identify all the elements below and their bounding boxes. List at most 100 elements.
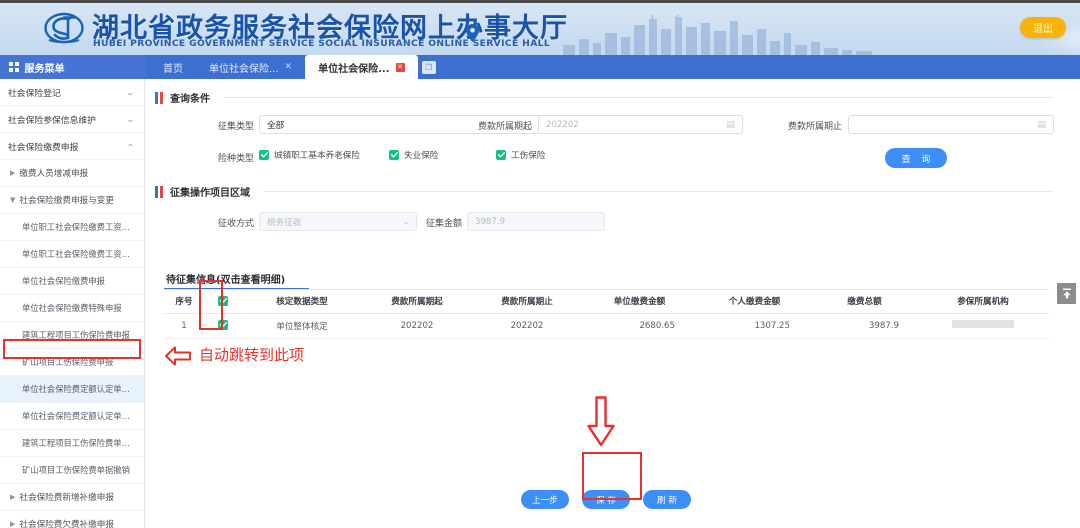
skyline-decoration bbox=[563, 15, 872, 55]
sidebar-item-insured-info-maintenance[interactable]: 社会保险参保信息维护 ⌄ bbox=[0, 106, 144, 133]
table-row[interactable]: 1 单位整体核定 202202 202202 2680.65 1307.25 3… bbox=[164, 313, 1049, 339]
refresh-label: 刷 新 bbox=[657, 495, 677, 506]
cell-row-checkbox[interactable] bbox=[204, 313, 242, 339]
checkbox-checked-icon[interactable] bbox=[496, 150, 506, 160]
collect-amount-label: 征集金额 bbox=[425, 219, 462, 229]
close-icon[interactable]: ✕ bbox=[395, 62, 405, 72]
sidebar-item-label: 单位社会保险费定额认定单及退费... bbox=[22, 384, 134, 394]
period-start-input[interactable]: 202202 ▤ bbox=[538, 115, 743, 134]
sidebar-item-label: 单位职工社会保险缴费工资申报 bbox=[22, 222, 134, 232]
arrow-left-annotation-icon bbox=[165, 346, 191, 366]
insurance-type-label: 险种类型 bbox=[217, 154, 254, 164]
column-header-period-end: 费款所属期止 bbox=[472, 290, 582, 314]
section-marker-icon bbox=[155, 185, 163, 198]
query-button[interactable]: 查 询 bbox=[885, 148, 947, 168]
window-restore-icon: ❐ bbox=[421, 60, 436, 74]
checkbox-checked-icon[interactable] bbox=[218, 320, 228, 330]
previous-step-label: 上一步 bbox=[532, 495, 558, 506]
sidebar-item-unit-contribution-declaration[interactable]: 单位社会保险缴费申报 bbox=[0, 268, 144, 295]
sidebar-item-unit-special-declaration[interactable]: 单位社会保险缴费特殊申报 bbox=[0, 295, 144, 322]
redacted-value bbox=[952, 320, 1014, 328]
section-divider bbox=[263, 191, 1054, 192]
pending-collection-table[interactable]: 序号 核定数据类型 费款所属期起 费款所属期止 单位缴费金额 个人缴费金额 缴费… bbox=[164, 290, 1049, 339]
table-panel-title: 待征集信息(双击查看明细) bbox=[166, 275, 286, 286]
column-header-index: 序号 bbox=[164, 290, 204, 314]
tab-label: 首页 bbox=[163, 63, 183, 75]
collect-method-select: 税务征收 ⌄ bbox=[259, 212, 417, 231]
sidebar-item-label: 社会保险参保信息维护 bbox=[8, 115, 96, 126]
sidebar-item-label: 单位职工社会保险缴费工资变更申报 bbox=[22, 249, 134, 259]
chevron-down-icon: ⌄ bbox=[125, 87, 136, 97]
sidebar-item-label: 单位社会保险费定额认定单及退费... bbox=[22, 411, 134, 421]
insurance-option-pension[interactable]: 城镇职工基本养老保险 bbox=[259, 149, 360, 161]
table-header: 序号 核定数据类型 费款所属期起 费款所属期止 单位缴费金额 个人缴费金额 缴费… bbox=[164, 290, 1049, 314]
save-button[interactable]: 保 存 bbox=[582, 490, 630, 509]
query-button-label: 查 询 bbox=[901, 154, 935, 165]
close-icon[interactable]: ✕ bbox=[285, 62, 293, 72]
sidebar-item-contribution-declaration[interactable]: 社会保险缴费申报 ⌄ bbox=[0, 133, 144, 160]
collect-method-value: 税务征收 bbox=[267, 217, 302, 228]
tab-unit-social-insurance-1[interactable]: 单位社会保险... ✕ bbox=[196, 55, 305, 79]
sidebar-item-label: 缴费人员增减申报 bbox=[19, 169, 89, 179]
chevron-up-icon: ⌄ bbox=[125, 141, 136, 151]
annotation-text-sidebar: 自动跳转到此项 bbox=[199, 346, 305, 364]
sidebar-item-mine-receipt-cancel[interactable]: 矿山项目工伤保险费单据撤销 bbox=[0, 457, 144, 484]
operation-section-title: 征集操作项目区域 bbox=[170, 188, 250, 199]
tab-unit-social-insurance-2-active[interactable]: 单位社会保险... ✕ bbox=[305, 55, 418, 79]
column-header-select-all[interactable] bbox=[204, 290, 242, 314]
sidebar-item-label: 社会保险登记 bbox=[8, 88, 61, 99]
checkbox-checked-icon[interactable] bbox=[389, 150, 399, 160]
collect-method-label: 征收方式 bbox=[217, 219, 254, 229]
service-menu-label: 服务菜单 bbox=[24, 63, 65, 75]
period-start-value: 202202 bbox=[546, 119, 579, 130]
logout-button[interactable]: 退出 bbox=[1020, 17, 1066, 38]
scroll-to-top-button[interactable] bbox=[1057, 283, 1076, 304]
insurance-option-label: 工伤保险 bbox=[511, 151, 546, 161]
triangle-right-icon: ▶ bbox=[10, 493, 16, 501]
triangle-down-icon: ▼ bbox=[10, 196, 16, 204]
cell-total-amount: 3987.9 bbox=[812, 313, 917, 339]
sidebar-item-construction-injury-insurance-declaration[interactable]: 建筑工程项目工伤保险费申报 bbox=[0, 322, 144, 349]
sidebar-item-declaration-and-change[interactable]: ▼ 社会保险缴费申报与变更 bbox=[0, 187, 144, 214]
sidebar-item-social-insurance-registration[interactable]: 社会保险登记 ⌄ bbox=[0, 79, 144, 106]
insurance-option-work-injury[interactable]: 工伤保险 bbox=[496, 149, 545, 161]
sidebar-item-employee-wage-declaration[interactable]: 单位职工社会保险缴费工资申报 bbox=[0, 214, 144, 241]
collect-amount-input: 3987.9 bbox=[467, 212, 605, 231]
location-pin-icon bbox=[466, 24, 479, 42]
sidebar-menu[interactable]: 社会保险登记 ⌄ 社会保险参保信息维护 ⌄ 社会保险缴费申报 ⌄ ▶ 缴费人员增… bbox=[0, 79, 145, 528]
sidebar-item-quota-confirmation-refund-2[interactable]: 单位社会保险费定额认定单及退费... bbox=[0, 403, 144, 430]
period-end-input[interactable]: ▤ bbox=[848, 115, 1054, 134]
service-menu-button[interactable]: 服务菜单 bbox=[0, 55, 146, 79]
sidebar-item-label: 社会保险费新增补缴申报 bbox=[19, 493, 114, 503]
section-marker-icon bbox=[155, 91, 163, 104]
restore-window-button[interactable]: ❐ bbox=[418, 55, 440, 79]
checkbox-checked-icon[interactable] bbox=[218, 295, 228, 306]
site-banner: 湖北省政务服务社会保险网上办事大厅 HUBEI PROVINCE GOVERNM… bbox=[0, 0, 1080, 55]
application-window: 湖北省政务服务社会保险网上办事大厅 HUBEI PROVINCE GOVERNM… bbox=[0, 0, 1080, 528]
sidebar-item-mine-injury-insurance-declaration[interactable]: 矿山项目工伤保险费申报 bbox=[0, 349, 144, 376]
previous-step-button[interactable]: 上一步 bbox=[521, 490, 569, 509]
sidebar-item-quota-confirmation-refund-selected[interactable]: 单位社会保险费定额认定单及退费... bbox=[0, 376, 144, 403]
sidebar-item-label: 单位社会保险缴费特殊申报 bbox=[22, 303, 122, 313]
refresh-button[interactable]: 刷 新 bbox=[643, 490, 691, 509]
sidebar-item-label: 矿山项目工伤保险费申报 bbox=[22, 357, 114, 367]
column-header-total-amount: 缴费总额 bbox=[812, 290, 917, 314]
sidebar-item-new-supplementary-declaration[interactable]: ▶ 社会保险费新增补缴申报 bbox=[0, 484, 144, 511]
calendar-icon[interactable]: ▤ bbox=[1037, 120, 1046, 130]
insurance-option-unemployment[interactable]: 失业保险 bbox=[389, 149, 438, 161]
collection-type-value: 全部 bbox=[267, 120, 285, 131]
sidebar-item-construction-receipt-cancel[interactable]: 建筑工程项目工伤保险费单据撤销 bbox=[0, 430, 144, 457]
sidebar-item-employee-wage-change-declaration[interactable]: 单位职工社会保险缴费工资变更申报 bbox=[0, 241, 144, 268]
table-header-row: 序号 核定数据类型 费款所属期起 费款所属期止 单位缴费金额 个人缴费金额 缴费… bbox=[164, 290, 1049, 314]
checkbox-checked-icon[interactable] bbox=[259, 150, 269, 160]
query-section-title: 查询条件 bbox=[170, 94, 210, 105]
calendar-icon[interactable]: ▤ bbox=[726, 120, 735, 130]
sidebar-item-label: 建筑工程项目工伤保险费申报 bbox=[22, 330, 130, 340]
cell-index: 1 bbox=[164, 313, 204, 339]
tab-label: 单位社会保险... bbox=[318, 63, 390, 75]
cell-data-type: 单位整体核定 bbox=[242, 313, 362, 339]
sidebar-item-personnel-change-declaration[interactable]: ▶ 缴费人员增减申报 bbox=[0, 160, 144, 187]
tab-home[interactable]: 首页 bbox=[150, 55, 196, 79]
sidebar-item-arrears-supplementary-declaration[interactable]: ▶ 社会保险费欠费补缴申报 bbox=[0, 511, 144, 528]
column-header-data-type: 核定数据类型 bbox=[242, 290, 362, 314]
